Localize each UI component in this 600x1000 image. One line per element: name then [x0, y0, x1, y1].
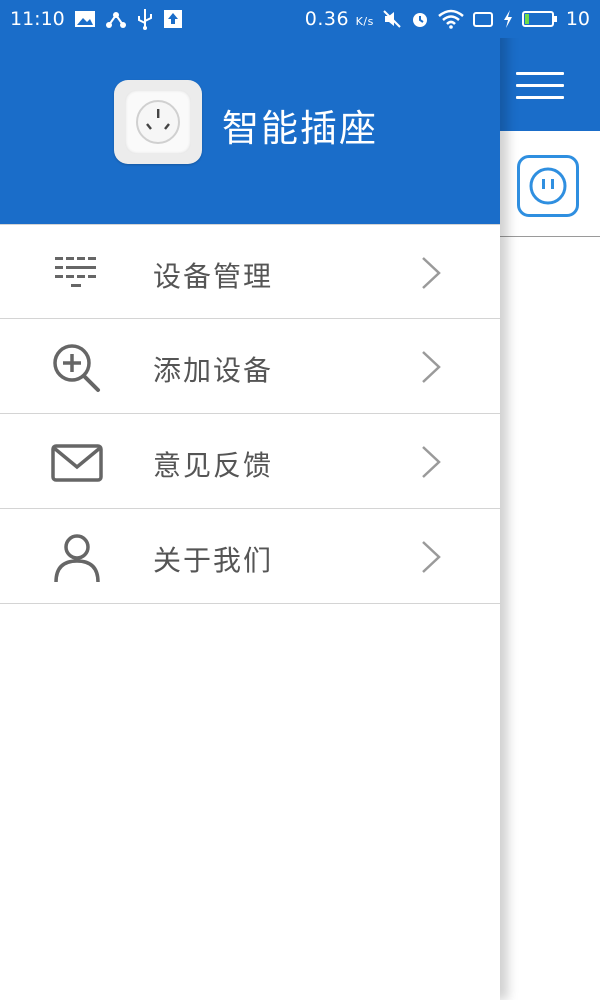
navigation-drawer: 智能插座 设备管理 添加设备 意见反馈 关于我们: [0, 0, 500, 1000]
alarm-icon: [410, 8, 430, 30]
menu-item-feedback[interactable]: 意见反馈: [0, 414, 500, 509]
signal-box-icon: [472, 8, 494, 30]
share-icon: [105, 8, 127, 30]
socket-icon: [125, 90, 191, 154]
battery-level: 10: [565, 8, 590, 30]
device-list-item[interactable]: [500, 131, 600, 237]
hamburger-line: [516, 72, 564, 75]
drawer-menu: 设备管理 添加设备 意见反馈 关于我们: [0, 224, 500, 604]
menu-item-about-us[interactable]: 关于我们: [0, 509, 500, 604]
chevron-right-icon: [422, 541, 441, 573]
charging-icon: [502, 8, 514, 30]
menu-item-device-management[interactable]: 设备管理: [0, 224, 500, 319]
network-speed-unit: K/s: [355, 15, 374, 28]
menu-item-add-device[interactable]: 添加设备: [0, 319, 500, 414]
status-right: 0.36 K/s 10: [305, 8, 590, 30]
upload-icon: [163, 8, 183, 30]
usb-icon: [136, 8, 154, 30]
mute-icon: [382, 8, 402, 30]
mail-icon: [50, 436, 104, 490]
network-speed: 0.36 K/s: [305, 8, 374, 30]
screen: 11:10 0.36 K/s 10 智能插座 设备管理 添加设备 意见反馈 关于…: [0, 0, 600, 1000]
chevron-right-icon: [422, 257, 441, 289]
zoom-in-icon: [50, 341, 104, 395]
network-speed-value: 0.36: [304, 8, 350, 30]
socket-device-icon: [517, 155, 579, 217]
menu-item-label: 设备管理: [153, 260, 274, 293]
battery-icon: [521, 8, 558, 30]
app-title: 智能插座: [222, 107, 378, 150]
app-logo: [114, 80, 202, 164]
status-time: 11:10: [10, 8, 65, 30]
menu-toggle-button[interactable]: [516, 72, 564, 102]
chevron-right-icon: [422, 446, 441, 478]
chevron-right-icon: [422, 351, 441, 383]
menu-item-label: 添加设备: [153, 354, 274, 387]
status-left: 11:10: [10, 8, 183, 30]
hamburger-line: [516, 96, 564, 99]
menu-item-label: 关于我们: [153, 544, 274, 577]
image-icon: [74, 8, 96, 30]
menu-item-label: 意见反馈: [153, 449, 274, 482]
hamburger-line: [516, 84, 564, 87]
wifi-icon: [438, 8, 464, 30]
list-icon: [50, 247, 104, 301]
status-bar: 11:10 0.36 K/s 10: [0, 0, 600, 38]
user-icon: [50, 531, 104, 585]
